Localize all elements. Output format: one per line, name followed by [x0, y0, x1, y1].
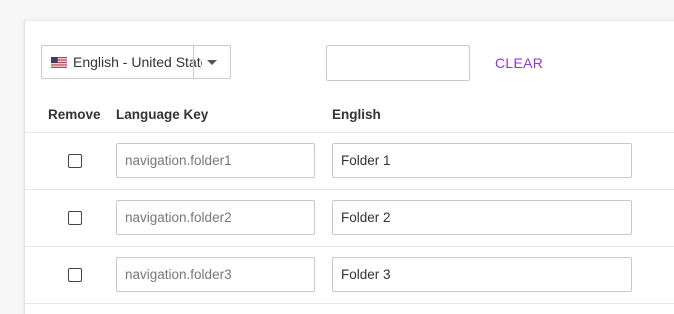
language-key-field[interactable]: navigation.folder3: [116, 257, 315, 292]
filter-input[interactable]: [326, 45, 470, 81]
translation-value-field[interactable]: Folder 1: [332, 143, 632, 178]
language-key-field[interactable]: navigation.folder2: [116, 200, 315, 235]
page: English - United States CLEAR Remove Lan…: [0, 0, 674, 314]
column-header-english: English: [332, 107, 381, 122]
chevron-down-icon: [207, 59, 217, 65]
table-row: navigation.folder2 Folder 2: [25, 190, 674, 247]
table-row: navigation.folder1 Folder 1: [25, 133, 674, 190]
language-select[interactable]: English - United States: [41, 45, 231, 79]
translation-value-field[interactable]: Folder 3: [332, 257, 632, 292]
translation-value-field[interactable]: Folder 2: [332, 200, 632, 235]
remove-checkbox[interactable]: [68, 154, 82, 168]
us-flag-icon: [51, 56, 67, 68]
column-header-language-key: Language Key: [116, 107, 209, 122]
table-header: Remove Language Key English: [25, 97, 674, 133]
language-key-field[interactable]: navigation.folder1: [116, 143, 315, 178]
column-header-remove: Remove: [48, 107, 101, 122]
remove-checkbox[interactable]: [68, 268, 82, 282]
remove-checkbox[interactable]: [68, 211, 82, 225]
translations-table: Remove Language Key English navigation.f…: [25, 97, 674, 304]
table-row: navigation.folder3 Folder 3: [25, 247, 674, 304]
toolbar: English - United States CLEAR: [41, 45, 661, 81]
language-select-toggle[interactable]: [193, 46, 230, 78]
language-select-value: English - United States: [73, 54, 202, 70]
translations-panel: English - United States CLEAR Remove Lan…: [24, 20, 674, 314]
clear-button[interactable]: CLEAR: [487, 45, 551, 81]
